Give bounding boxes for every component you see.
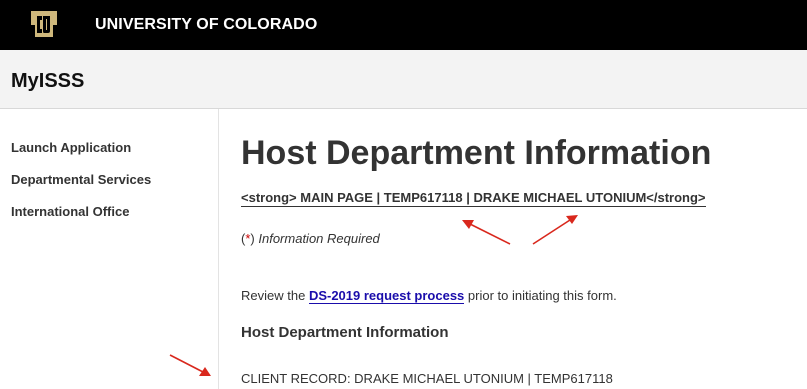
required-note-text: Information Required (258, 231, 380, 246)
sidebar-item-international-office[interactable]: International Office (11, 204, 129, 219)
sidebar-item-departmental-services[interactable]: Departmental Services (11, 172, 151, 187)
main-content: Host Department Information <strong> MAI… (218, 109, 807, 389)
sidebar: Launch Application Departmental Services… (0, 109, 219, 389)
sidebar-item-launch-application[interactable]: Launch Application (11, 140, 131, 155)
cu-logo-icon[interactable] (29, 9, 59, 41)
breadcrumb: <strong> MAIN PAGE | TEMP617118 | DRAKE … (241, 190, 706, 207)
required-close-paren: ) (250, 231, 255, 246)
university-name[interactable]: UNIVERSITY OF COLORADO (95, 0, 317, 50)
university-header: UNIVERSITY OF COLORADO (0, 0, 807, 50)
required-note: (*) Information Required (241, 231, 380, 246)
app-bar: MyISSS (0, 50, 807, 109)
review-prefix: Review the (241, 288, 306, 303)
client-record: CLIENT RECORD: DRAKE MICHAEL UTONIUM | T… (241, 371, 613, 386)
review-line: Review the DS-2019 request process prior… (241, 288, 617, 304)
page-title: Host Department Information (241, 134, 712, 172)
section-heading: Host Department Information (241, 324, 449, 341)
ds2019-request-process-link[interactable]: DS-2019 request process (308, 288, 465, 304)
app-name[interactable]: MyISSS (11, 70, 84, 93)
review-suffix: prior to initiating this form. (467, 288, 617, 303)
